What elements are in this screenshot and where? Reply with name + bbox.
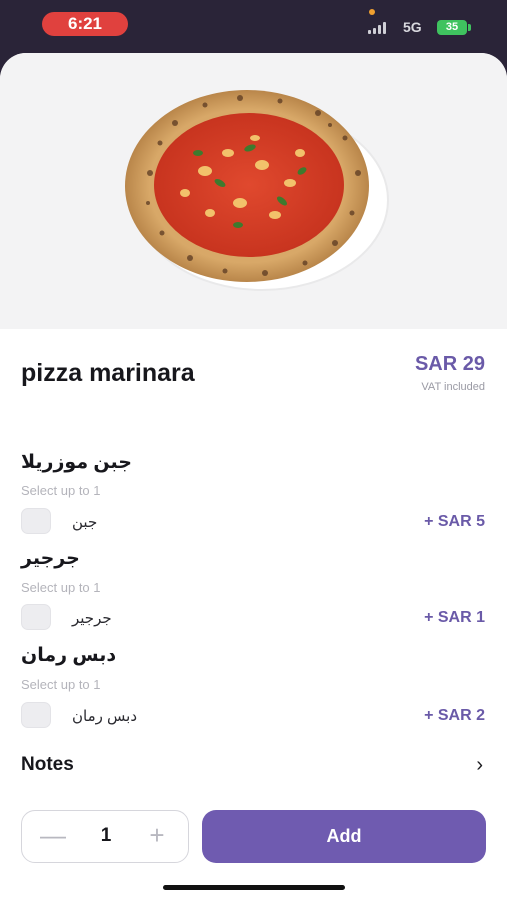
option-group-hint: Select up to 1 xyxy=(21,483,101,498)
option-label-pomegranate: دبس رمان xyxy=(72,708,138,725)
option-checkbox-cheese[interactable] xyxy=(21,508,51,534)
battery-icon: 35 xyxy=(437,20,467,35)
option-label-cheese: جبن xyxy=(72,514,98,531)
quantity-stepper: — 1 + xyxy=(21,810,189,863)
cellular-signal-icon xyxy=(368,22,386,34)
network-type: 5G xyxy=(403,19,422,35)
product-sheet: pizza marinara SAR 29 VAT included جبن م… xyxy=(0,53,507,900)
option-group-title-arugula: جرجير xyxy=(21,548,80,569)
notes-label: Notes xyxy=(21,754,74,775)
battery-tip xyxy=(468,24,471,31)
option-checkbox-arugula[interactable] xyxy=(21,604,51,630)
option-price-arugula: + SAR 1 xyxy=(424,609,485,626)
privacy-indicator-dot xyxy=(369,9,375,15)
product-price: SAR 29 xyxy=(414,353,485,375)
option-group-title-mozzarella: جبن موزريلا xyxy=(21,452,132,473)
add-to-cart-button[interactable]: Add xyxy=(202,810,486,863)
home-indicator xyxy=(163,885,345,890)
option-group-title-pomegranate: دبس رمان xyxy=(21,645,117,666)
product-image xyxy=(0,53,507,329)
notes-row[interactable]: Notes › xyxy=(0,749,507,785)
status-bar: 6:21 5G 35 xyxy=(0,0,507,52)
option-group-hint: Select up to 1 xyxy=(21,677,101,692)
product-title: pizza marinara xyxy=(21,359,195,387)
option-price-pomegranate: + SAR 2 xyxy=(424,707,485,724)
option-label-arugula: جرجير xyxy=(72,610,112,627)
option-group-hint: Select up to 1 xyxy=(21,580,101,595)
chevron-right-icon: › xyxy=(476,754,483,776)
option-price-cheese: + SAR 5 xyxy=(424,513,485,530)
status-time: 6:21 xyxy=(42,12,128,36)
pizza-photo xyxy=(125,90,389,291)
vat-note: VAT included xyxy=(421,381,485,393)
option-checkbox-pomegranate[interactable] xyxy=(21,702,51,728)
increment-button[interactable]: + xyxy=(142,821,172,851)
